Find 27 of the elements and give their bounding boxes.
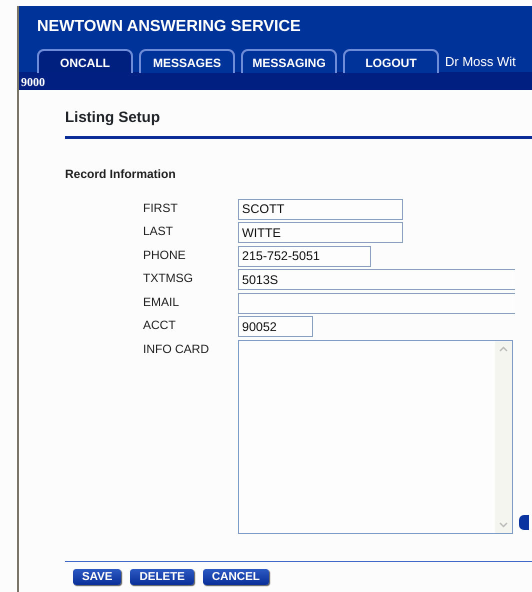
- field-label: PHONE: [143, 246, 187, 264]
- text-field[interactable]: 215-752-5051: [238, 246, 371, 266]
- app-title: NEWTOWN ANSWERING SERVICE: [37, 18, 302, 36]
- partial-button[interactable]: [519, 514, 529, 530]
- user-name: Dr Moss Wit: [445, 52, 516, 70]
- text-field[interactable]: SCOTT: [238, 198, 403, 220]
- text-field[interactable]: 5013S: [238, 269, 515, 290]
- nav-tab[interactable]: ONCALL: [37, 49, 133, 73]
- field-label: TXTMSG: [143, 270, 194, 287]
- action-button[interactable]: SAVE: [73, 568, 122, 584]
- page-title: Listing Setup: [65, 108, 161, 128]
- field-label: EMAIL: [143, 294, 180, 310]
- action-button[interactable]: DELETE: [130, 568, 194, 584]
- field-label: INFO CARD: [143, 340, 210, 358]
- text-field[interactable]: 90052: [238, 316, 313, 337]
- section-title: Record Information: [65, 166, 177, 182]
- field-label: LAST: [143, 223, 174, 240]
- nav-tab[interactable]: LOGOUT: [343, 49, 439, 73]
- account-code: 9000: [21, 75, 45, 89]
- nav-tab[interactable]: MESSAGING: [241, 49, 337, 73]
- text-field[interactable]: WITTE: [238, 222, 403, 243]
- field-label: ACCT: [143, 317, 177, 334]
- scrollbar[interactable]: [495, 340, 512, 532]
- action-button[interactable]: CANCEL: [202, 568, 269, 584]
- text-field[interactable]: [238, 292, 515, 314]
- nav-tab[interactable]: MESSAGES: [139, 49, 235, 73]
- field-label: FIRST: [143, 200, 179, 216]
